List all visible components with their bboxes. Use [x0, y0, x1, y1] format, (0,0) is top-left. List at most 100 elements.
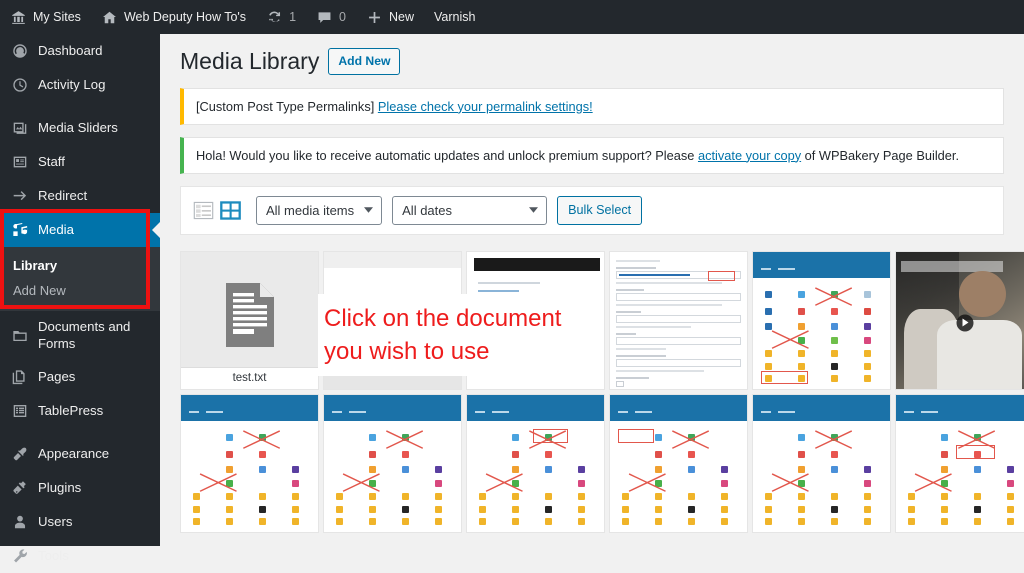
- main-content: Media Library Add New [Custom Post Type …: [160, 34, 1024, 546]
- sidebar-item-label: TablePress: [38, 402, 104, 418]
- sidebar-item-tablepress[interactable]: TablePress: [0, 394, 160, 428]
- media-item-screenshot[interactable]: [752, 393, 891, 533]
- staff-icon: [11, 153, 29, 171]
- sidebar-item-dashboard[interactable]: Dashboard: [0, 34, 160, 68]
- play-icon: [956, 314, 973, 332]
- sidebar-item-media-sliders[interactable]: Media Sliders: [0, 111, 160, 145]
- annotation-line-2: you wish to use: [324, 338, 490, 365]
- media-type-filter-value: All media items: [266, 202, 355, 218]
- plus-icon: [366, 9, 383, 26]
- media-item-screenshot[interactable]: [895, 393, 1024, 533]
- notice-prefix-text: Hola! Would you like to receive automati…: [196, 147, 698, 163]
- dates-filter[interactable]: All dates: [392, 195, 548, 225]
- media-icon: [11, 221, 29, 239]
- page-header: Media Library Add New: [180, 48, 1004, 76]
- adminbar-item-site-name[interactable]: Web Deputy How To's: [91, 0, 256, 34]
- adminbar-item-varnish[interactable]: Varnish: [424, 0, 485, 34]
- adminbar-label: Varnish: [433, 10, 476, 24]
- media-item-filename: test.txt: [181, 366, 318, 389]
- document-icon: [222, 281, 278, 349]
- media-item-screenshot[interactable]: [752, 250, 891, 390]
- activate-copy-link[interactable]: activate your copy: [698, 148, 801, 163]
- adminbar-item-new[interactable]: New: [356, 0, 424, 34]
- home-icon: [101, 9, 118, 26]
- sidebar-item-label: Dashboard: [38, 42, 103, 58]
- sidebar-item-documents-and-forms[interactable]: Documents and Forms: [0, 311, 160, 360]
- view-switch: [192, 199, 242, 222]
- redirect-icon: [11, 187, 29, 205]
- sidebar-submenu-item-library[interactable]: Library: [0, 253, 160, 278]
- adminbar-item-updates[interactable]: 1: [256, 0, 306, 34]
- sidebar-item-label: Staff: [38, 153, 65, 169]
- sidebar-item-label: Plugins: [38, 479, 82, 495]
- plugins-icon: [11, 479, 29, 497]
- sidebar-item-label: Activity Log: [38, 76, 106, 92]
- add-new-button[interactable]: Add New: [328, 48, 401, 76]
- media-item-document[interactable]: test.txt: [180, 250, 319, 390]
- adminbar-label: My Sites: [33, 10, 81, 24]
- sidebar-item-tools[interactable]: Tools: [0, 539, 160, 573]
- activity-log-icon: [11, 76, 29, 94]
- adminbar-comments-count: 0: [339, 10, 346, 24]
- notice-prefix-text: [Custom Post Type Permalinks]: [196, 98, 378, 114]
- media-item-photo[interactable]: [895, 250, 1024, 390]
- bulk-select-button[interactable]: Bulk Select: [557, 195, 643, 225]
- adminbar-item-comments[interactable]: 0: [306, 0, 356, 34]
- media-sliders-icon: [11, 119, 29, 137]
- dates-filter-value: All dates: [402, 202, 453, 218]
- chevron-down-icon: [364, 207, 374, 213]
- sidebar-submenu-item-add-new[interactable]: Add New: [0, 278, 160, 303]
- media-item-screenshot[interactable]: [323, 393, 462, 533]
- menu-separator: [0, 428, 160, 437]
- chevron-down-icon: [529, 207, 539, 213]
- menu-separator: [0, 102, 160, 111]
- sidebar-item-appearance[interactable]: Appearance: [0, 437, 160, 471]
- notice-wpbakery: Hola! Would you like to receive automati…: [180, 136, 1004, 174]
- sidebar-item-label: Appearance: [38, 445, 110, 461]
- media-item-screenshot[interactable]: [609, 250, 748, 390]
- sidebar-item-pages[interactable]: Pages: [0, 360, 160, 394]
- menu-arrow-indicator: [152, 222, 160, 238]
- annotation-callout: Click on the document you wish to use: [318, 294, 604, 376]
- admin-sidebar-menu: Dashboard Activity Log Media Sliders Sta…: [0, 34, 160, 563]
- wordpress-sites-icon: [10, 9, 27, 26]
- admin-bar: My Sites Web Deputy How To's 1 0 New Var…: [0, 0, 1024, 34]
- appearance-icon: [11, 445, 29, 463]
- adminbar-item-my-sites[interactable]: My Sites: [0, 0, 91, 34]
- sidebar-item-label: Documents and Forms: [38, 319, 131, 351]
- sidebar-item-staff[interactable]: Staff: [0, 145, 160, 179]
- sidebar-item-label: Pages: [38, 368, 76, 384]
- sidebar-item-label: Users: [38, 513, 73, 529]
- sidebar-item-label: Redirect: [38, 187, 88, 203]
- annotation-line-1: Click on the document: [324, 304, 562, 332]
- media-item-screenshot[interactable]: [180, 393, 319, 533]
- sidebar-submenu-media: Library Add New: [0, 247, 160, 311]
- sidebar-item-activity-log[interactable]: Activity Log: [0, 68, 160, 102]
- tools-icon: [11, 547, 29, 565]
- list-view-icon[interactable]: [192, 199, 215, 222]
- permalink-settings-link[interactable]: Please check your permalink settings!: [378, 99, 593, 114]
- sidebar-item-label: Tools: [38, 547, 69, 563]
- media-item-screenshot[interactable]: [609, 393, 748, 533]
- sidebar-item-label: Media Sliders: [38, 119, 118, 135]
- notice-suffix-text: of WPBakery Page Builder.: [801, 147, 960, 163]
- adminbar-label: New: [388, 10, 414, 24]
- sidebar-item-plugins[interactable]: Plugins: [0, 471, 160, 505]
- updates-icon: [266, 9, 283, 26]
- sidebar-item-media[interactable]: Media: [0, 213, 160, 247]
- media-item-screenshot[interactable]: [466, 393, 605, 533]
- adminbar-label: Web Deputy How To's: [123, 10, 247, 24]
- comments-icon: [316, 9, 333, 26]
- media-toolbar: All media items All dates Bulk Select: [180, 185, 1004, 235]
- tablepress-icon: [11, 402, 29, 420]
- dashboard-icon: [11, 42, 29, 60]
- grid-view-icon[interactable]: [219, 199, 242, 222]
- media-type-filter[interactable]: All media items: [256, 195, 383, 225]
- sidebar-item-users[interactable]: Users: [0, 505, 160, 539]
- sidebar-item-redirect[interactable]: Redirect: [0, 179, 160, 213]
- page-title: Media Library: [180, 48, 320, 74]
- documents-forms-icon: [11, 327, 29, 345]
- notice-permalinks: [Custom Post Type Permalinks] Please che…: [180, 87, 1004, 125]
- pages-icon: [11, 368, 29, 386]
- media-grid: test.txt: [180, 250, 1024, 533]
